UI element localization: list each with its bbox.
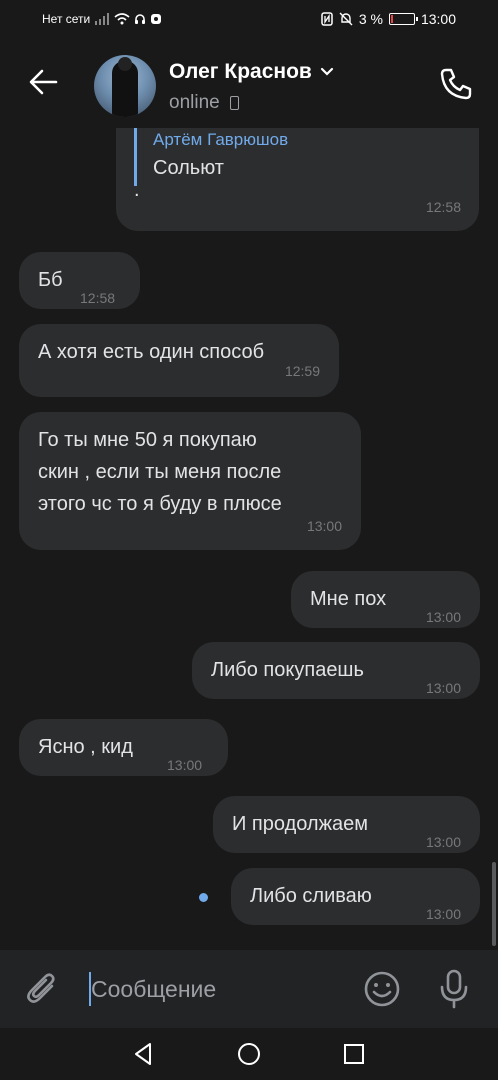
message-text: А хотя есть один способ [38,341,265,363]
message-text: И продолжаем [232,813,368,835]
contact-status: online [169,92,239,114]
message-bubble-outgoing[interactable]: Либо сливаю 13:00 [231,868,480,925]
paperclip-icon [27,973,55,1003]
headphones-icon [135,14,146,24]
nav-recents-icon [344,1044,364,1064]
message-text: . [134,179,140,201]
wifi-icon [114,13,130,25]
mobile-phone-icon [229,96,239,110]
status-bar-left: Нет сети [42,12,162,26]
message-bubble-incoming[interactable]: Бб 12:58 [19,252,140,309]
mute-bell-icon [339,12,353,26]
message-list[interactable]: Артём Гаврюшов Сольют . 12:58 Бб 12:58 А… [0,128,498,950]
online-status-text: online [169,92,220,113]
message-line: скин , если ты меня после [38,461,282,483]
avatar[interactable] [94,55,156,117]
message-bubble-incoming[interactable]: Ясно , кид 13:00 [19,719,228,776]
contact-name[interactable]: Олег Краснов [169,60,334,84]
message-bubble-outgoing[interactable]: Мне пох 13:00 [291,571,480,628]
message-text: Мне пох [310,588,387,610]
message-time: 13:00 [425,680,461,696]
message-text: Либо покупаешь [211,659,364,681]
message-text: Ясно , кид [38,736,133,758]
battery-icon [388,13,418,25]
phone-call-icon [440,68,472,100]
contact-name-text: Олег Краснов [169,60,312,83]
emoji-button[interactable] [362,969,402,1009]
attach-button[interactable] [24,970,62,1008]
battery-percent: 3 % [358,11,383,27]
message-time: 13:00 [425,906,461,922]
message-bubble-incoming[interactable]: Го ты мне 50 я покупаю скин , если ты ме… [19,412,361,550]
message-time: 13:00 [425,609,461,625]
scrollbar[interactable] [492,862,496,946]
message-time: 13:00 [167,757,203,773]
battery-fill [390,15,393,23]
back-button[interactable] [24,62,64,102]
call-button[interactable] [436,64,476,104]
chevron-down-icon [320,67,333,76]
quote-text: Сольют [153,157,224,179]
unread-indicator [199,893,208,902]
chat-header: Олег Краснов online [0,40,498,128]
notification-app-icon [151,14,162,24]
nav-back-button[interactable] [130,1040,158,1068]
nav-recents-button[interactable] [340,1040,368,1068]
message-time: 13:00 [306,518,342,534]
nav-home-icon [238,1043,260,1065]
message-time: 12:58 [425,199,461,215]
message-text: Бб [38,269,63,291]
status-bar: Нет сети 3 % 13:00 [0,0,498,40]
reply-quote[interactable]: Артём Гаврюшов Сольют [134,128,288,186]
message-bubble-outgoing[interactable]: Либо покупаешь 13:00 [192,642,480,699]
message-time: 13:00 [425,834,461,850]
message-bubble-outgoing[interactable]: И продолжаем 13:00 [213,796,480,853]
status-bar-right: 3 % 13:00 [321,11,456,27]
message-line: этого чс то я буду в плюсе [38,493,282,515]
message-bubble-outgoing[interactable]: Артём Гаврюшов Сольют . 12:58 [116,128,479,231]
composer [0,950,498,1028]
system-nav-bar [0,1028,498,1080]
message-bubble-incoming[interactable]: А хотя есть один способ 12:59 [19,324,339,397]
message-text: Либо сливаю [250,885,372,907]
nav-back-icon [135,1043,151,1065]
nav-home-button[interactable] [235,1040,263,1068]
signal-icon [95,13,110,25]
message-input[interactable] [91,972,341,1006]
quote-author: Артём Гаврюшов [153,130,289,149]
voice-message-button[interactable] [436,968,472,1010]
emoji-icon [364,971,400,1007]
message-line: Го ты мне 50 я покупаю [38,429,257,451]
nfc-icon [321,12,333,26]
avatar-head [118,57,132,71]
network-status-text: Нет сети [42,12,91,26]
back-arrow-icon [29,69,58,95]
message-time: 12:59 [284,363,320,379]
microphone-icon [440,969,468,1009]
message-time: 12:58 [80,290,116,306]
clock: 13:00 [420,11,456,27]
